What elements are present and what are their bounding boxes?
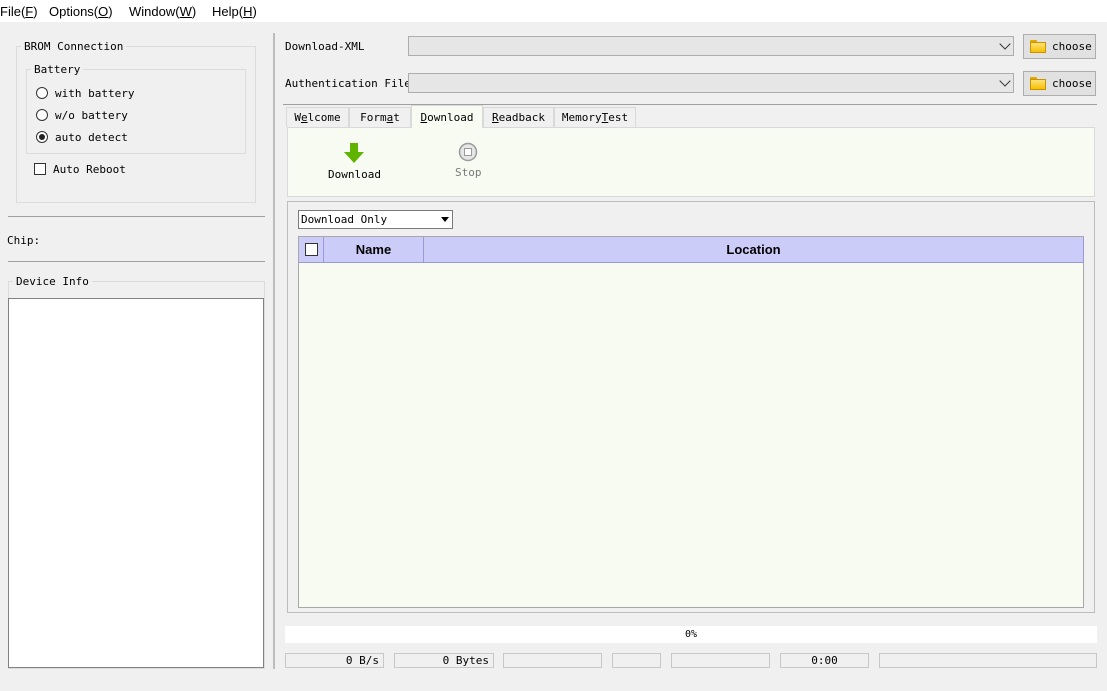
column-header-location[interactable]: Location: [424, 237, 1084, 263]
choose-label: choose: [1052, 40, 1092, 53]
tab-readback[interactable]: Readback: [483, 107, 554, 127]
status-cell-3: [503, 653, 602, 668]
status-bytes: 0 Bytes: [394, 653, 494, 668]
stop-button-label: Stop: [455, 166, 482, 179]
progress-bar: 0%: [285, 626, 1097, 643]
tab-format[interactable]: Form a t: [349, 107, 411, 127]
menu-help[interactable]: Help(H): [212, 4, 257, 19]
status-cell-7: [879, 653, 1097, 668]
choose-label: choose: [1052, 77, 1092, 90]
download-toolbar: Download Stop: [287, 127, 1095, 197]
auth-file-combo[interactable]: [408, 73, 1014, 93]
radio-without-battery[interactable]: w/o battery: [36, 107, 128, 123]
folder-icon: [1030, 40, 1046, 53]
menu-file[interactable]: File(F): [0, 4, 38, 19]
status-time: 0:00: [780, 653, 869, 668]
status-cell-5: [671, 653, 770, 668]
chevron-down-icon: [999, 38, 1011, 50]
splitter[interactable]: [273, 33, 275, 669]
menu-options[interactable]: Options(O): [49, 4, 113, 19]
radio-with-battery[interactable]: with battery: [36, 85, 134, 101]
radio-label: w/o battery: [55, 108, 128, 122]
divider: [8, 261, 265, 262]
checkbox-icon[interactable]: [34, 163, 46, 175]
radio-label: with battery: [55, 86, 135, 100]
dropdown-arrow-icon: [441, 217, 449, 222]
folder-icon: [1030, 77, 1046, 90]
stop-icon: [459, 142, 478, 162]
auth-file-choose-button[interactable]: choose: [1023, 71, 1096, 96]
download-button-label: Download: [328, 168, 381, 181]
battery-title: Battery: [34, 63, 81, 76]
radio-auto-detect[interactable]: auto detect: [36, 129, 128, 145]
download-xml-choose-button[interactable]: choose: [1023, 34, 1096, 59]
radio-selected-icon[interactable]: [36, 131, 48, 143]
download-mode-select[interactable]: Download Only: [298, 210, 453, 229]
device-info-title: Device Info: [16, 275, 89, 288]
download-xml-combo[interactable]: [408, 36, 1014, 56]
download-button[interactable]: Download: [328, 142, 381, 181]
download-mode-value: Download Only: [301, 213, 388, 226]
chevron-down-icon: [999, 75, 1011, 87]
radio-circle-icon[interactable]: [36, 109, 48, 121]
select-all-header[interactable]: [299, 237, 324, 263]
brom-connection-title: BROM Connection: [24, 40, 124, 53]
radio-circle-icon[interactable]: [36, 87, 48, 99]
stop-button[interactable]: Stop: [455, 142, 482, 179]
tab-download[interactable]: Download: [411, 105, 483, 128]
checkbox-label: Auto Reboot: [53, 162, 126, 176]
tab-memorytest[interactable]: Memory Test: [554, 107, 636, 127]
divider: [8, 216, 265, 217]
radio-label: auto detect: [55, 130, 128, 144]
menu-window[interactable]: Window(W): [129, 4, 196, 19]
download-xml-label: Download-XML: [285, 40, 365, 53]
chip-label: Chip:: [7, 234, 41, 247]
menu-bar: File(F) Options(O) Window(W) Help(H): [0, 0, 1107, 22]
status-speed: 0 B/s: [285, 653, 384, 668]
download-arrow-icon: [344, 143, 365, 163]
device-info-box[interactable]: [8, 298, 264, 668]
auth-file-label: Authentication File: [285, 77, 411, 90]
column-header-name[interactable]: Name: [324, 237, 424, 263]
auto-reboot-checkbox[interactable]: Auto Reboot: [34, 161, 126, 177]
divider: [283, 104, 1097, 105]
select-all-checkbox[interactable]: [304, 243, 318, 256]
progress-text: 0%: [684, 629, 698, 640]
partition-table: Name Location: [298, 236, 1084, 608]
tab-welcome[interactable]: We lcome: [286, 107, 349, 127]
status-cell-4: [612, 653, 661, 668]
